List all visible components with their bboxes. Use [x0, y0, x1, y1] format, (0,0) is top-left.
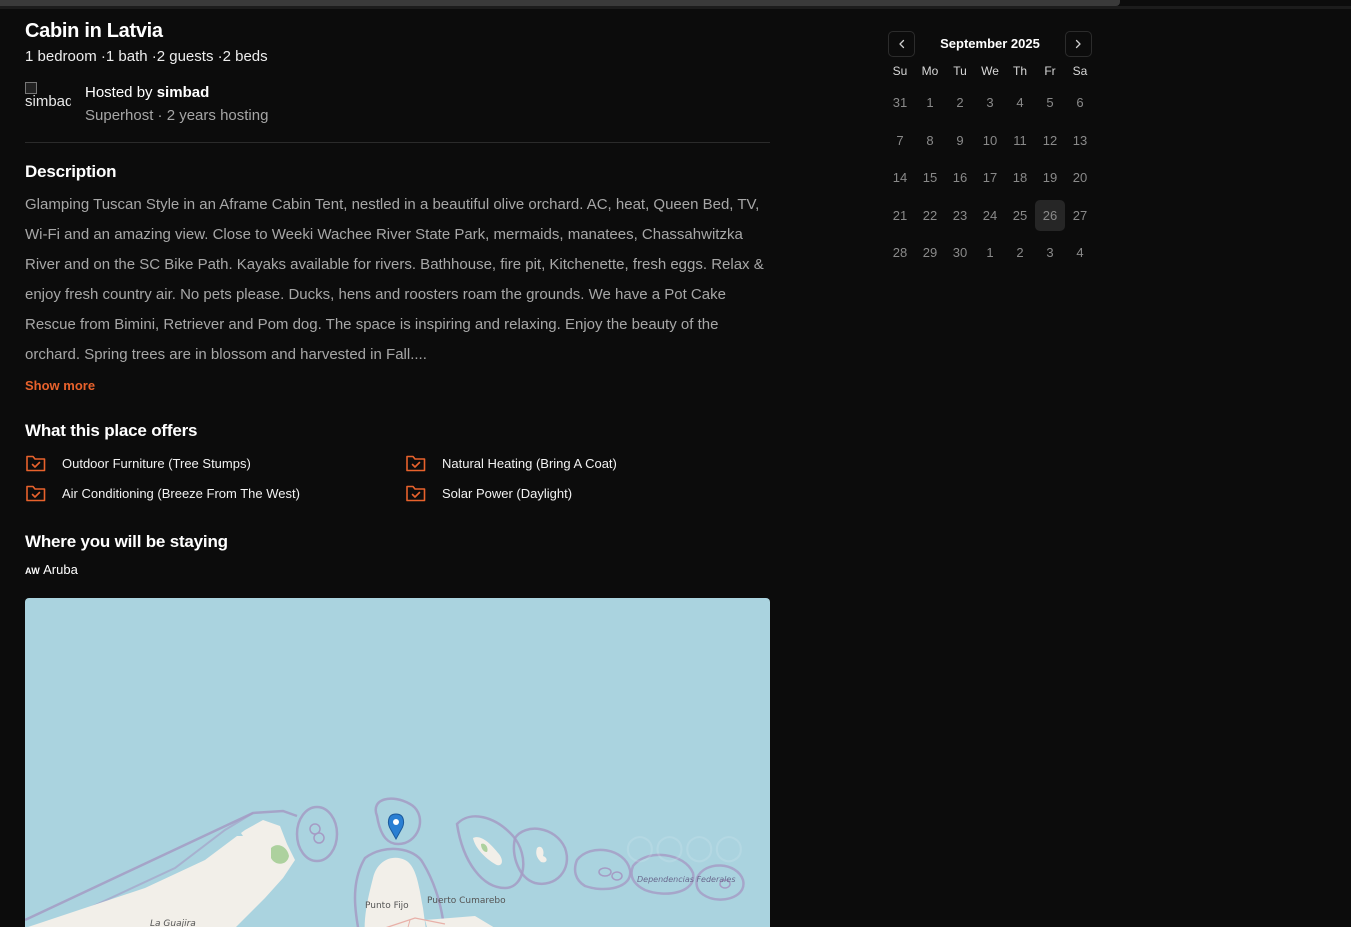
- folder-check-icon: [406, 485, 426, 502]
- weekday-label: Mo: [921, 64, 939, 78]
- amenity-label: Air Conditioning (Breeze From The West): [62, 485, 300, 501]
- host-meta: Superhost · 2 years hosting: [85, 107, 269, 124]
- calendar-day[interactable]: 4: [1065, 234, 1095, 272]
- weekday-label: Su: [892, 64, 908, 78]
- description-heading: Description: [25, 162, 117, 181]
- calendar-day[interactable]: 26: [1035, 199, 1065, 231]
- listing-main: Cabin in Latvia 1 bedroom ·1 bath ·2 gue…: [25, 18, 770, 577]
- calendar-day[interactable]: 28: [885, 234, 915, 272]
- offers-heading: What this place offers: [25, 421, 198, 440]
- map-label: Punto Fijo: [365, 901, 409, 911]
- calendar-day[interactable]: 20: [1065, 159, 1095, 197]
- calendar-day[interactable]: 27: [1065, 197, 1095, 235]
- prev-month-button[interactable]: [888, 30, 915, 57]
- weekday-label: Th: [1012, 64, 1027, 78]
- map-label: La Guajira: [150, 919, 196, 927]
- amenities-list: Outdoor Furniture (Tree Stumps) Natural …: [25, 452, 770, 504]
- calendar-day[interactable]: 9: [945, 122, 975, 160]
- weekday-label: Tu: [953, 64, 967, 78]
- map-canvas: ○○○○ La Guajira Punto Fijo Puerto Cumare…: [25, 797, 745, 927]
- description-text: Glamping Tuscan Style in an Aframe Cabin…: [25, 196, 764, 363]
- map-label: Puerto Cumarebo: [427, 896, 506, 906]
- calendar-day[interactable]: 15: [915, 159, 945, 197]
- calendar-day[interactable]: 25: [1005, 197, 1035, 235]
- map-pin-icon[interactable]: [387, 813, 405, 841]
- listing-details: 1 bedroom ·1 bath ·2 guests ·2 beds: [25, 48, 268, 65]
- calendar-day[interactable]: 22: [915, 197, 945, 235]
- location-map[interactable]: ○○○○ La Guajira Punto Fijo Puerto Cumare…: [25, 598, 770, 927]
- calendar-day[interactable]: 31: [885, 84, 915, 122]
- country-flag-code: AW: [25, 566, 41, 576]
- calendar-day[interactable]: 17: [975, 159, 1005, 197]
- calendar-day[interactable]: 8: [915, 122, 945, 160]
- calendar-day[interactable]: 2: [1005, 234, 1035, 272]
- weekday-label: Fr: [1044, 64, 1056, 78]
- folder-check-icon: [26, 455, 46, 472]
- amenity-label: Natural Heating (Bring A Coat): [442, 455, 617, 471]
- host-line: Hosted by simbad: [85, 82, 268, 103]
- calendar-day[interactable]: 14: [885, 159, 915, 197]
- calendar-day[interactable]: 1: [915, 84, 945, 122]
- availability-calendar: September 2025 Su Mo Tu We Th Fr Sa 31 1 2…: [885, 30, 1095, 272]
- calendar-day[interactable]: 7: [885, 122, 915, 160]
- host-name: simbad: [156, 84, 210, 101]
- host-info: Hosted by simbad Superhost · 2 years hos…: [85, 82, 268, 126]
- weekday-label: We: [981, 64, 999, 78]
- calendar-day[interactable]: 19: [1035, 159, 1065, 197]
- svg-text:○○○○: ○○○○: [625, 827, 744, 867]
- calendar-day[interactable]: 11: [1005, 122, 1035, 160]
- calendar-day[interactable]: 6: [1065, 84, 1095, 122]
- calendar-day[interactable]: 23: [945, 197, 975, 235]
- staying-heading: Where you will be staying: [25, 532, 228, 551]
- section-divider: [25, 142, 770, 143]
- host-section: simbad Hosted by simbad Superhost · 2 ye…: [25, 82, 770, 126]
- listing-title: Cabin in Latvia: [25, 20, 163, 42]
- calendar-day[interactable]: 30: [945, 234, 975, 272]
- calendar-header: September 2025: [885, 30, 1095, 57]
- amenity-label: Outdoor Furniture (Tree Stumps): [62, 455, 251, 471]
- amenity-label: Solar Power (Daylight): [442, 485, 573, 501]
- calendar-day[interactable]: 16: [945, 159, 975, 197]
- host-avatar: simbad: [25, 82, 71, 122]
- calendar-day[interactable]: 3: [1035, 234, 1065, 272]
- amenity-item: Air Conditioning (Breeze From The West): [25, 482, 405, 504]
- calendar-day[interactable]: 2: [945, 84, 975, 122]
- folder-check-icon: [406, 455, 426, 472]
- calendar-day[interactable]: 3: [975, 84, 1005, 122]
- map-label: Dependencias Federales: [637, 875, 735, 884]
- chevron-left-icon: [898, 39, 904, 48]
- location: AW Aruba: [25, 562, 770, 577]
- calendar-day[interactable]: 5: [1035, 84, 1065, 122]
- calendar-day[interactable]: 13: [1065, 122, 1095, 160]
- calendar-day[interactable]: 18: [1005, 159, 1035, 197]
- next-month-button[interactable]: [1064, 30, 1092, 57]
- calendar-month: September 2025: [940, 36, 1040, 51]
- country-name: Aruba: [43, 562, 78, 577]
- hosted-by-label: Hosted by: [85, 84, 157, 101]
- calendar-day[interactable]: 24: [975, 197, 1005, 235]
- top-divider: [0, 6, 1351, 9]
- calendar-day[interactable]: 21: [885, 197, 915, 235]
- amenity-item: Natural Heating (Bring A Coat): [405, 452, 765, 474]
- amenity-item: Solar Power (Daylight): [405, 482, 765, 504]
- calendar-day[interactable]: 10: [975, 122, 1005, 160]
- folder-check-icon: [26, 485, 46, 502]
- weekday-label: Sa: [1072, 64, 1088, 78]
- calendar-day[interactable]: 4: [1005, 84, 1035, 122]
- calendar-day[interactable]: 12: [1035, 122, 1065, 160]
- calendar-days: 31 1 2 3 4 5 6 7 8 9 10 11 12 13 14 15 16 17 18 19 20 21 22 23 2…: [885, 84, 1095, 272]
- amenity-item: Outdoor Furniture (Tree Stumps): [25, 452, 405, 474]
- calendar-day[interactable]: 29: [915, 234, 945, 272]
- chevron-right-icon: [1076, 39, 1082, 48]
- calendar-weekdays: Su Mo Tu We Th Fr Sa: [885, 64, 1095, 78]
- show-more-link[interactable]: Show more: [25, 378, 95, 393]
- calendar-day[interactable]: 1: [975, 234, 1005, 272]
- avatar-alt-text: simbad: [25, 93, 71, 110]
